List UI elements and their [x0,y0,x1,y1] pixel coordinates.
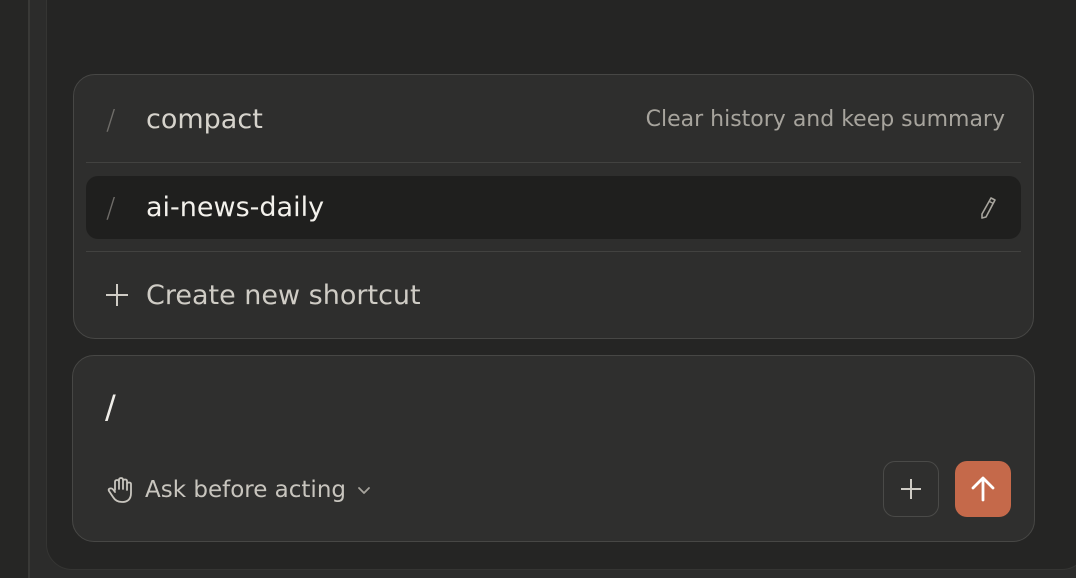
shortcut-item-ai-news-daily[interactable]: / ai-news-daily [86,176,1021,239]
arrow-up-icon [971,476,995,502]
shortcut-menu: / compact Clear history and keep summary… [73,74,1034,339]
pencil-icon[interactable] [977,195,999,221]
create-shortcut-button[interactable]: Create new shortcut [86,263,1021,327]
add-attachment-button[interactable] [883,461,939,517]
plus-icon [901,479,921,499]
shortcut-name: compact [146,103,263,135]
permission-mode-label: Ask before acting [145,477,347,503]
plus-icon [106,284,128,306]
hand-icon [107,477,132,503]
shortcut-description: Clear history and keep summary [645,106,1005,132]
left-sidebar-edge [0,0,28,578]
menu-divider [86,251,1021,252]
slash-icon: / [106,102,116,136]
shortcut-item-compact[interactable]: / compact Clear history and keep summary [86,87,1021,151]
menu-divider [86,162,1021,163]
slash-icon: / [106,191,116,224]
send-button[interactable] [955,461,1011,517]
chevron-down-icon [358,487,370,494]
shortcut-name: ai-news-daily [146,192,325,223]
sidebar-divider [28,0,30,578]
permission-mode-dropdown[interactable]: Ask before acting [107,472,372,508]
message-input[interactable]: / [105,388,116,426]
message-composer: / Ask before acting [72,355,1035,542]
create-shortcut-label: Create new shortcut [146,279,421,311]
